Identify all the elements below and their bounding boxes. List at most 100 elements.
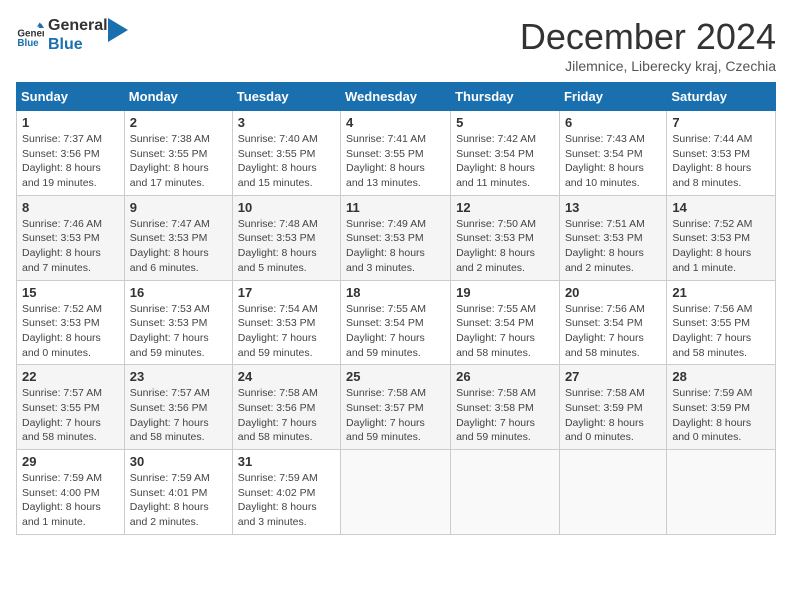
- calendar-table: SundayMondayTuesdayWednesdayThursdayFrid…: [16, 82, 776, 535]
- day-detail: Sunrise: 7:59 AM Sunset: 4:00 PM Dayligh…: [22, 471, 119, 530]
- day-number: 21: [672, 285, 770, 300]
- day-number: 7: [672, 115, 770, 130]
- day-detail: Sunrise: 7:37 AM Sunset: 3:56 PM Dayligh…: [22, 132, 119, 191]
- day-number: 2: [130, 115, 227, 130]
- calendar-day-cell: 24 Sunrise: 7:58 AM Sunset: 3:56 PM Dayli…: [232, 365, 340, 450]
- day-number: 3: [238, 115, 335, 130]
- day-number: 25: [346, 369, 445, 384]
- calendar-day-cell: 13 Sunrise: 7:51 AM Sunset: 3:53 PM Dayli…: [559, 195, 666, 280]
- calendar-week-row: 8 Sunrise: 7:46 AM Sunset: 3:53 PM Daylig…: [17, 195, 776, 280]
- day-number: 24: [238, 369, 335, 384]
- logo-blue: Blue: [48, 35, 108, 54]
- calendar-day-cell: 8 Sunrise: 7:46 AM Sunset: 3:53 PM Daylig…: [17, 195, 125, 280]
- day-number: 28: [672, 369, 770, 384]
- day-number: 22: [22, 369, 119, 384]
- day-number: 16: [130, 285, 227, 300]
- day-number: 6: [565, 115, 661, 130]
- logo-icon: General Blue: [16, 21, 44, 49]
- day-detail: Sunrise: 7:42 AM Sunset: 3:54 PM Dayligh…: [456, 132, 554, 191]
- day-detail: Sunrise: 7:58 AM Sunset: 3:59 PM Dayligh…: [565, 386, 661, 445]
- day-detail: Sunrise: 7:38 AM Sunset: 3:55 PM Dayligh…: [130, 132, 227, 191]
- day-detail: Sunrise: 7:59 AM Sunset: 3:59 PM Dayligh…: [672, 386, 770, 445]
- calendar-day-cell: 2 Sunrise: 7:38 AM Sunset: 3:55 PM Daylig…: [124, 111, 232, 196]
- calendar-day-cell: [667, 450, 776, 535]
- calendar-day-cell: 1 Sunrise: 7:37 AM Sunset: 3:56 PM Daylig…: [17, 111, 125, 196]
- day-number: 13: [565, 200, 661, 215]
- weekday-header-sunday: Sunday: [17, 83, 125, 111]
- day-number: 20: [565, 285, 661, 300]
- day-detail: Sunrise: 7:55 AM Sunset: 3:54 PM Dayligh…: [346, 302, 445, 361]
- day-detail: Sunrise: 7:44 AM Sunset: 3:53 PM Dayligh…: [672, 132, 770, 191]
- calendar-day-cell: 20 Sunrise: 7:56 AM Sunset: 3:54 PM Dayli…: [559, 280, 666, 365]
- day-detail: Sunrise: 7:41 AM Sunset: 3:55 PM Dayligh…: [346, 132, 445, 191]
- day-detail: Sunrise: 7:59 AM Sunset: 4:01 PM Dayligh…: [130, 471, 227, 530]
- day-number: 9: [130, 200, 227, 215]
- day-detail: Sunrise: 7:55 AM Sunset: 3:54 PM Dayligh…: [456, 302, 554, 361]
- calendar-day-cell: 3 Sunrise: 7:40 AM Sunset: 3:55 PM Daylig…: [232, 111, 340, 196]
- day-detail: Sunrise: 7:50 AM Sunset: 3:53 PM Dayligh…: [456, 217, 554, 276]
- calendar-day-cell: 22 Sunrise: 7:57 AM Sunset: 3:55 PM Dayli…: [17, 365, 125, 450]
- calendar-week-row: 29Sunrise: 7:59 AM Sunset: 4:00 PM Dayli…: [17, 450, 776, 535]
- day-detail: Sunrise: 7:57 AM Sunset: 3:56 PM Dayligh…: [130, 386, 227, 445]
- calendar-day-cell: 19Sunrise: 7:55 AM Sunset: 3:54 PM Dayli…: [451, 280, 560, 365]
- day-detail: Sunrise: 7:53 AM Sunset: 3:53 PM Dayligh…: [130, 302, 227, 361]
- day-detail: Sunrise: 7:58 AM Sunset: 3:56 PM Dayligh…: [238, 386, 335, 445]
- calendar-day-cell: 6Sunrise: 7:43 AM Sunset: 3:54 PM Daylig…: [559, 111, 666, 196]
- weekday-header-monday: Monday: [124, 83, 232, 111]
- day-number: 15: [22, 285, 119, 300]
- calendar-day-cell: 15 Sunrise: 7:52 AM Sunset: 3:53 PM Dayli…: [17, 280, 125, 365]
- weekday-header-wednesday: Wednesday: [341, 83, 451, 111]
- calendar-day-cell: 4 Sunrise: 7:41 AM Sunset: 3:55 PM Daylig…: [341, 111, 451, 196]
- logo: General Blue General Blue: [16, 16, 128, 54]
- calendar-day-cell: 21 Sunrise: 7:56 AM Sunset: 3:55 PM Dayli…: [667, 280, 776, 365]
- calendar-day-cell: 7 Sunrise: 7:44 AM Sunset: 3:53 PM Daylig…: [667, 111, 776, 196]
- calendar-day-cell: 10Sunrise: 7:48 AM Sunset: 3:53 PM Dayli…: [232, 195, 340, 280]
- calendar-day-cell: 23 Sunrise: 7:57 AM Sunset: 3:56 PM Dayli…: [124, 365, 232, 450]
- day-number: 8: [22, 200, 119, 215]
- weekday-header-tuesday: Tuesday: [232, 83, 340, 111]
- day-detail: Sunrise: 7:51 AM Sunset: 3:53 PM Dayligh…: [565, 217, 661, 276]
- day-detail: Sunrise: 7:46 AM Sunset: 3:53 PM Dayligh…: [22, 217, 119, 276]
- calendar-day-cell: 31 Sunrise: 7:59 AM Sunset: 4:02 PM Dayli…: [232, 450, 340, 535]
- calendar-day-cell: 29Sunrise: 7:59 AM Sunset: 4:00 PM Dayli…: [17, 450, 125, 535]
- header: General Blue General Blue December 2024 …: [16, 16, 776, 74]
- weekday-header-thursday: Thursday: [451, 83, 560, 111]
- day-detail: Sunrise: 7:49 AM Sunset: 3:53 PM Dayligh…: [346, 217, 445, 276]
- month-title: December 2024: [520, 16, 776, 58]
- day-detail: Sunrise: 7:57 AM Sunset: 3:55 PM Dayligh…: [22, 386, 119, 445]
- day-detail: Sunrise: 7:54 AM Sunset: 3:53 PM Dayligh…: [238, 302, 335, 361]
- day-number: 31: [238, 454, 335, 469]
- day-detail: Sunrise: 7:47 AM Sunset: 3:53 PM Dayligh…: [130, 217, 227, 276]
- day-number: 10: [238, 200, 335, 215]
- day-detail: Sunrise: 7:56 AM Sunset: 3:55 PM Dayligh…: [672, 302, 770, 361]
- calendar-day-cell: 17Sunrise: 7:54 AM Sunset: 3:53 PM Dayli…: [232, 280, 340, 365]
- day-detail: Sunrise: 7:58 AM Sunset: 3:58 PM Dayligh…: [456, 386, 554, 445]
- calendar-day-cell: [559, 450, 666, 535]
- calendar-day-cell: 18 Sunrise: 7:55 AM Sunset: 3:54 PM Dayli…: [341, 280, 451, 365]
- day-number: 1: [22, 115, 119, 130]
- day-detail: Sunrise: 7:56 AM Sunset: 3:54 PM Dayligh…: [565, 302, 661, 361]
- day-detail: Sunrise: 7:40 AM Sunset: 3:55 PM Dayligh…: [238, 132, 335, 191]
- day-number: 14: [672, 200, 770, 215]
- calendar-day-cell: 28 Sunrise: 7:59 AM Sunset: 3:59 PM Dayli…: [667, 365, 776, 450]
- calendar-day-cell: 11 Sunrise: 7:49 AM Sunset: 3:53 PM Dayli…: [341, 195, 451, 280]
- day-number: 26: [456, 369, 554, 384]
- location: Jilemnice, Liberecky kraj, Czechia: [520, 58, 776, 74]
- calendar-day-cell: 5 Sunrise: 7:42 AM Sunset: 3:54 PM Daylig…: [451, 111, 560, 196]
- calendar-body: 1 Sunrise: 7:37 AM Sunset: 3:56 PM Daylig…: [17, 111, 776, 535]
- day-detail: Sunrise: 7:59 AM Sunset: 4:02 PM Dayligh…: [238, 471, 335, 530]
- logo-general: General: [48, 16, 108, 35]
- day-number: 18: [346, 285, 445, 300]
- calendar-week-row: 22 Sunrise: 7:57 AM Sunset: 3:55 PM Dayli…: [17, 365, 776, 450]
- day-number: 11: [346, 200, 445, 215]
- calendar-day-cell: 25Sunrise: 7:58 AM Sunset: 3:57 PM Dayli…: [341, 365, 451, 450]
- day-number: 5: [456, 115, 554, 130]
- logo-arrow-icon: [108, 18, 128, 42]
- day-number: 23: [130, 369, 227, 384]
- calendar-day-cell: 9 Sunrise: 7:47 AM Sunset: 3:53 PM Daylig…: [124, 195, 232, 280]
- day-number: 4: [346, 115, 445, 130]
- day-number: 30: [130, 454, 227, 469]
- calendar-week-row: 1 Sunrise: 7:37 AM Sunset: 3:56 PM Daylig…: [17, 111, 776, 196]
- day-detail: Sunrise: 7:52 AM Sunset: 3:53 PM Dayligh…: [22, 302, 119, 361]
- day-number: 27: [565, 369, 661, 384]
